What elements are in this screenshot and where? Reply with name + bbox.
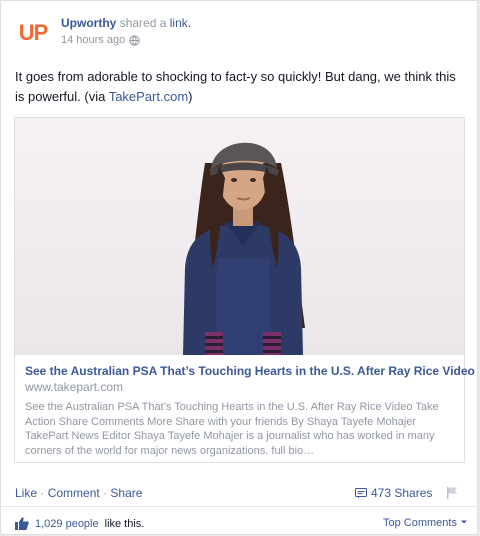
top-comments-label[interactable]: Top Comments [383,517,457,529]
shares-icon [355,487,367,498]
author-link[interactable]: Upworthy [61,16,116,30]
attachment-thumbnail[interactable] [15,118,464,355]
shared-text: shared a [119,16,167,30]
like-link[interactable]: Like [15,486,37,500]
thumbs-up-icon [15,517,29,530]
attachment-description: See the Australian PSA That’s Touching H… [25,401,439,457]
likes-count-link[interactable]: 1,029 people [35,518,99,530]
chevron-down-icon [461,520,468,524]
shared-object-link[interactable]: link. [170,16,191,30]
post-meta: 14 hours ago [61,34,140,46]
share-link[interactable]: Share [110,486,142,500]
comment-link[interactable]: Comment [48,486,100,500]
separator-dot: · [40,486,45,500]
girl-photo-image [15,118,464,355]
likes-summary: 1,029 people like this. [15,517,144,530]
message-suffix: ) [188,89,193,104]
timestamp[interactable]: 14 hours ago [61,34,125,46]
shares-count[interactable]: 473 Shares [355,486,432,500]
link-attachment[interactable]: See the Australian PSA That’s Touching H… [14,117,475,463]
upworthy-logo[interactable]: UP [17,17,49,49]
attachment-title[interactable]: See the Australian PSA That’s Touching H… [25,364,475,378]
flag-icon[interactable] [445,486,459,500]
post-actions: Like · Comment · Share [15,486,142,500]
globe-icon[interactable] [129,34,140,46]
post-message: It goes from adorable to shocking to fac… [15,67,461,107]
shares-label[interactable]: 473 Shares [371,486,432,500]
top-comments-dropdown[interactable]: Top Comments [383,517,468,529]
post-header: Upworthy shared a link. [61,16,191,30]
message-link[interactable]: TakePart.com [109,89,188,104]
likes-suffix: like this. [104,517,145,530]
message-text: It goes from adorable to shocking to fac… [15,69,456,104]
separator-dot: · [103,486,108,500]
divider [1,506,479,507]
post-card: UP Upworthy shared a link. 14 hours ago … [0,0,479,535]
attachment-domain: www.takepart.com [25,380,124,394]
